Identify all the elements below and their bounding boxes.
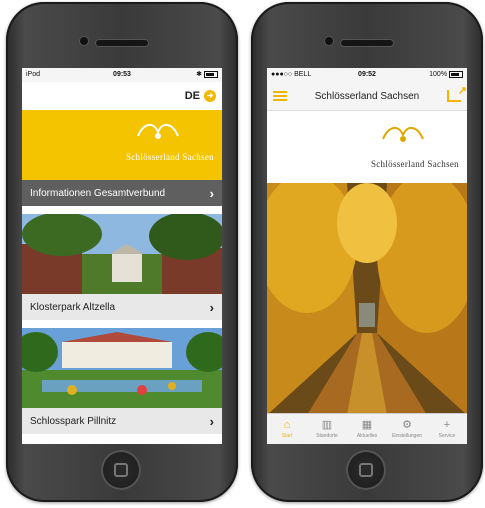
status-time: 09:52 [358, 71, 376, 78]
share-icon[interactable] [446, 84, 467, 102]
battery-icon [449, 70, 463, 78]
home-button[interactable] [346, 450, 386, 490]
logo-swirl-icon [382, 127, 424, 142]
tab-label: Einstellungen [391, 433, 423, 439]
logo-swirl-icon [137, 124, 179, 139]
tab-label: Aktuelles [356, 433, 378, 439]
plus-icon: + [443, 419, 451, 431]
speaker [96, 40, 148, 46]
list-item[interactable]: Klosterpark Altzella › [22, 214, 222, 320]
phone-left: iPod 09:53 ✱ DE ➜ Schlösserland Sachsen … [6, 2, 238, 502]
logo-text: Schlösserland Sachsen [370, 159, 459, 169]
card-title: Schlosspark Pillnitz [30, 415, 117, 427]
language-label[interactable]: DE [185, 90, 200, 102]
info-row[interactable]: Informationen Gesamtverbund › [22, 180, 222, 206]
status-bar: ●●●○○ BELL 09:52 100% [267, 68, 467, 82]
tab-aktuelles[interactable]: ▦ Aktuelles [347, 414, 387, 444]
tab-label: Standorte [316, 433, 338, 439]
info-row-label: Informationen Gesamtverbund [30, 187, 166, 199]
chevron-right-icon: › [209, 413, 214, 429]
chevron-right-icon: › [209, 299, 214, 315]
status-time: 09:53 [113, 71, 131, 78]
klosterpark-photo [22, 214, 222, 294]
schlosspark-photo [22, 328, 222, 408]
map-icon: ▥ [321, 419, 333, 431]
speaker [341, 40, 393, 46]
hero-photo [267, 183, 467, 415]
card-label: Klosterpark Altzella › [22, 294, 222, 320]
logo-text: Schlösserland Sachsen [125, 152, 214, 162]
home-icon: ⌂ [283, 419, 291, 431]
calendar-icon: ▦ [361, 419, 373, 431]
tab-start[interactable]: ⌂ Start [267, 414, 307, 444]
nav-title: Schlösserland Sachsen [314, 90, 420, 102]
navbar: Schlösserland Sachsen [267, 82, 467, 111]
chevron-right-icon: › [209, 185, 214, 201]
tab-einstellungen[interactable]: ⚙ Einstellungen [387, 414, 427, 444]
tab-bar: ⌂ Start ▥ Standorte ▦ Aktuelles ⚙ Einste… [267, 413, 467, 444]
home-button[interactable] [101, 450, 141, 490]
logo-area: Schlösserland Sachsen [267, 111, 467, 183]
hamburger-icon[interactable] [273, 91, 287, 101]
language-bar: DE ➜ [22, 82, 222, 110]
card-title: Klosterpark Altzella [30, 301, 116, 313]
tab-label: Service [438, 433, 456, 439]
list-item[interactable]: Schlosspark Pillnitz › [22, 328, 222, 434]
logo-banner: Schlösserland Sachsen [22, 110, 222, 180]
gears-icon: ⚙ [402, 419, 412, 431]
tab-standorte[interactable]: ▥ Standorte [307, 414, 347, 444]
screen-left: iPod 09:53 ✱ DE ➜ Schlösserland Sachsen … [22, 68, 222, 444]
camera [325, 37, 333, 45]
screen-right: ●●●○○ BELL 09:52 100% Schlösserland Sach… [267, 68, 467, 444]
tab-label: Start [281, 433, 293, 439]
camera [80, 37, 88, 45]
status-bar: iPod 09:53 ✱ [22, 68, 222, 82]
card-label: Schlosspark Pillnitz › [22, 408, 222, 434]
phone-right: ●●●○○ BELL 09:52 100% Schlösserland Sach… [251, 2, 483, 502]
globe-icon[interactable]: ➜ [204, 90, 216, 102]
tab-service[interactable]: + Service [427, 414, 467, 444]
